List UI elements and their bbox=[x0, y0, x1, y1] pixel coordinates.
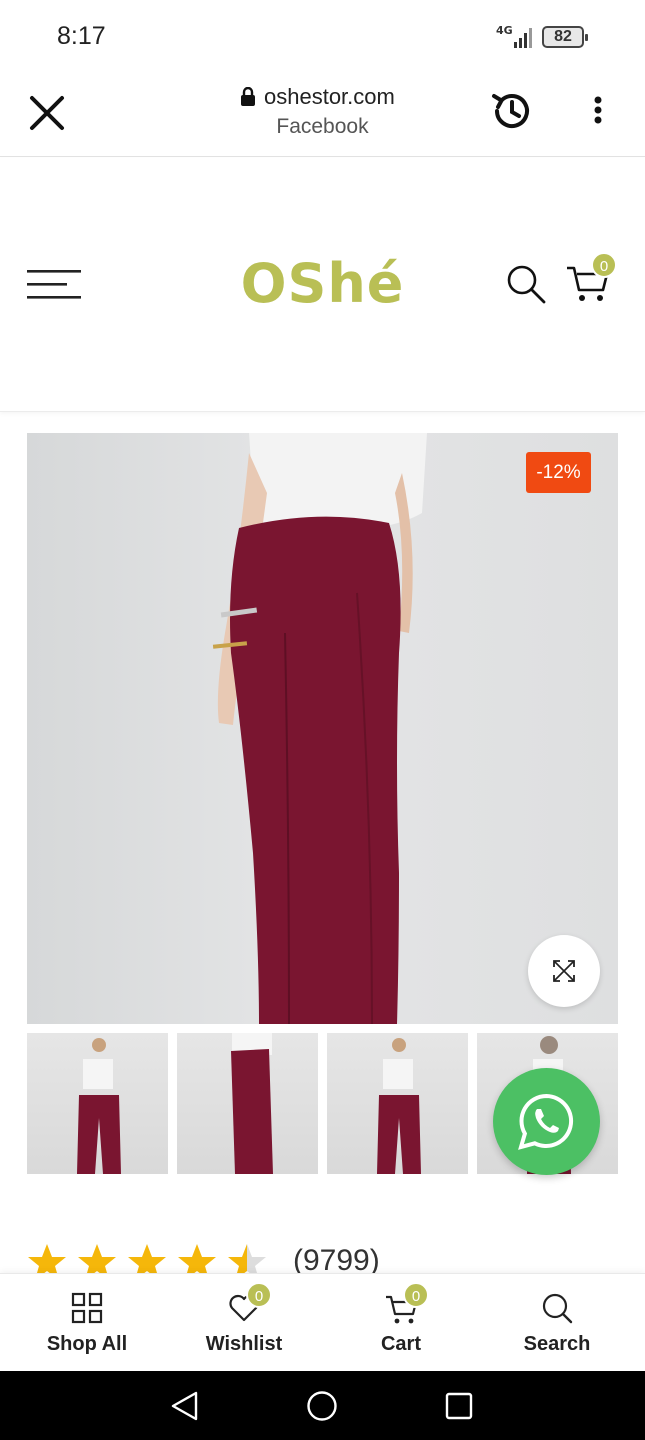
nav-wishlist[interactable]: 0 Wishlist bbox=[164, 1274, 324, 1372]
signal-icon: 4G bbox=[496, 24, 536, 50]
nav-shop-all[interactable]: Shop All bbox=[7, 1274, 167, 1372]
product-thumbnail[interactable] bbox=[27, 1033, 168, 1174]
discount-badge: -12% bbox=[526, 452, 591, 493]
nav-label: Shop All bbox=[46, 1333, 128, 1355]
status-bar: 8:17 4G 82 bbox=[0, 0, 645, 72]
status-time: 8:17 bbox=[57, 22, 106, 50]
cart-count-badge: 0 bbox=[591, 252, 617, 278]
whatsapp-chat-button[interactable] bbox=[493, 1068, 600, 1175]
lock-icon bbox=[240, 86, 256, 107]
bottom-navigation: Shop All 0 Wishlist 0 Cart Search bbox=[0, 1273, 645, 1371]
expand-image-button[interactable] bbox=[528, 935, 600, 1007]
cart-icon[interactable]: 0 bbox=[565, 252, 617, 306]
product-main-image[interactable] bbox=[27, 433, 618, 1024]
system-navigation-bar bbox=[0, 1371, 645, 1440]
battery-level: 82 bbox=[554, 28, 572, 45]
back-icon[interactable] bbox=[170, 1391, 200, 1421]
url-source: Facebook bbox=[276, 115, 369, 138]
wishlist-count-badge: 0 bbox=[246, 1282, 272, 1308]
battery-icon: 82 bbox=[542, 26, 588, 48]
expand-icon bbox=[553, 960, 575, 982]
cart-count-badge: 0 bbox=[403, 1282, 429, 1308]
search-icon[interactable] bbox=[506, 264, 546, 304]
product-thumbnail[interactable] bbox=[327, 1033, 468, 1174]
whatsapp-icon bbox=[518, 1093, 574, 1150]
nav-label: Search bbox=[523, 1333, 591, 1355]
nav-cart[interactable]: 0 Cart bbox=[321, 1274, 481, 1372]
url-display[interactable]: oshestor.com bbox=[240, 84, 395, 110]
search-icon bbox=[542, 1293, 573, 1324]
url-domain: oshestor.com bbox=[264, 84, 395, 109]
grid-icon bbox=[71, 1292, 103, 1324]
nav-label: Wishlist bbox=[205, 1333, 283, 1355]
browser-toolbar: oshestor.com Facebook bbox=[0, 72, 645, 157]
nav-search[interactable]: Search bbox=[477, 1274, 637, 1372]
product-thumbnail[interactable] bbox=[177, 1033, 318, 1174]
history-icon[interactable] bbox=[489, 88, 535, 134]
brand-logo[interactable]: OShé bbox=[0, 252, 645, 315]
more-vert-icon[interactable] bbox=[586, 96, 610, 128]
nav-label: Cart bbox=[380, 1333, 421, 1355]
recents-icon[interactable] bbox=[445, 1392, 473, 1420]
site-header: OShé 0 bbox=[0, 158, 645, 412]
home-icon[interactable] bbox=[306, 1390, 338, 1422]
